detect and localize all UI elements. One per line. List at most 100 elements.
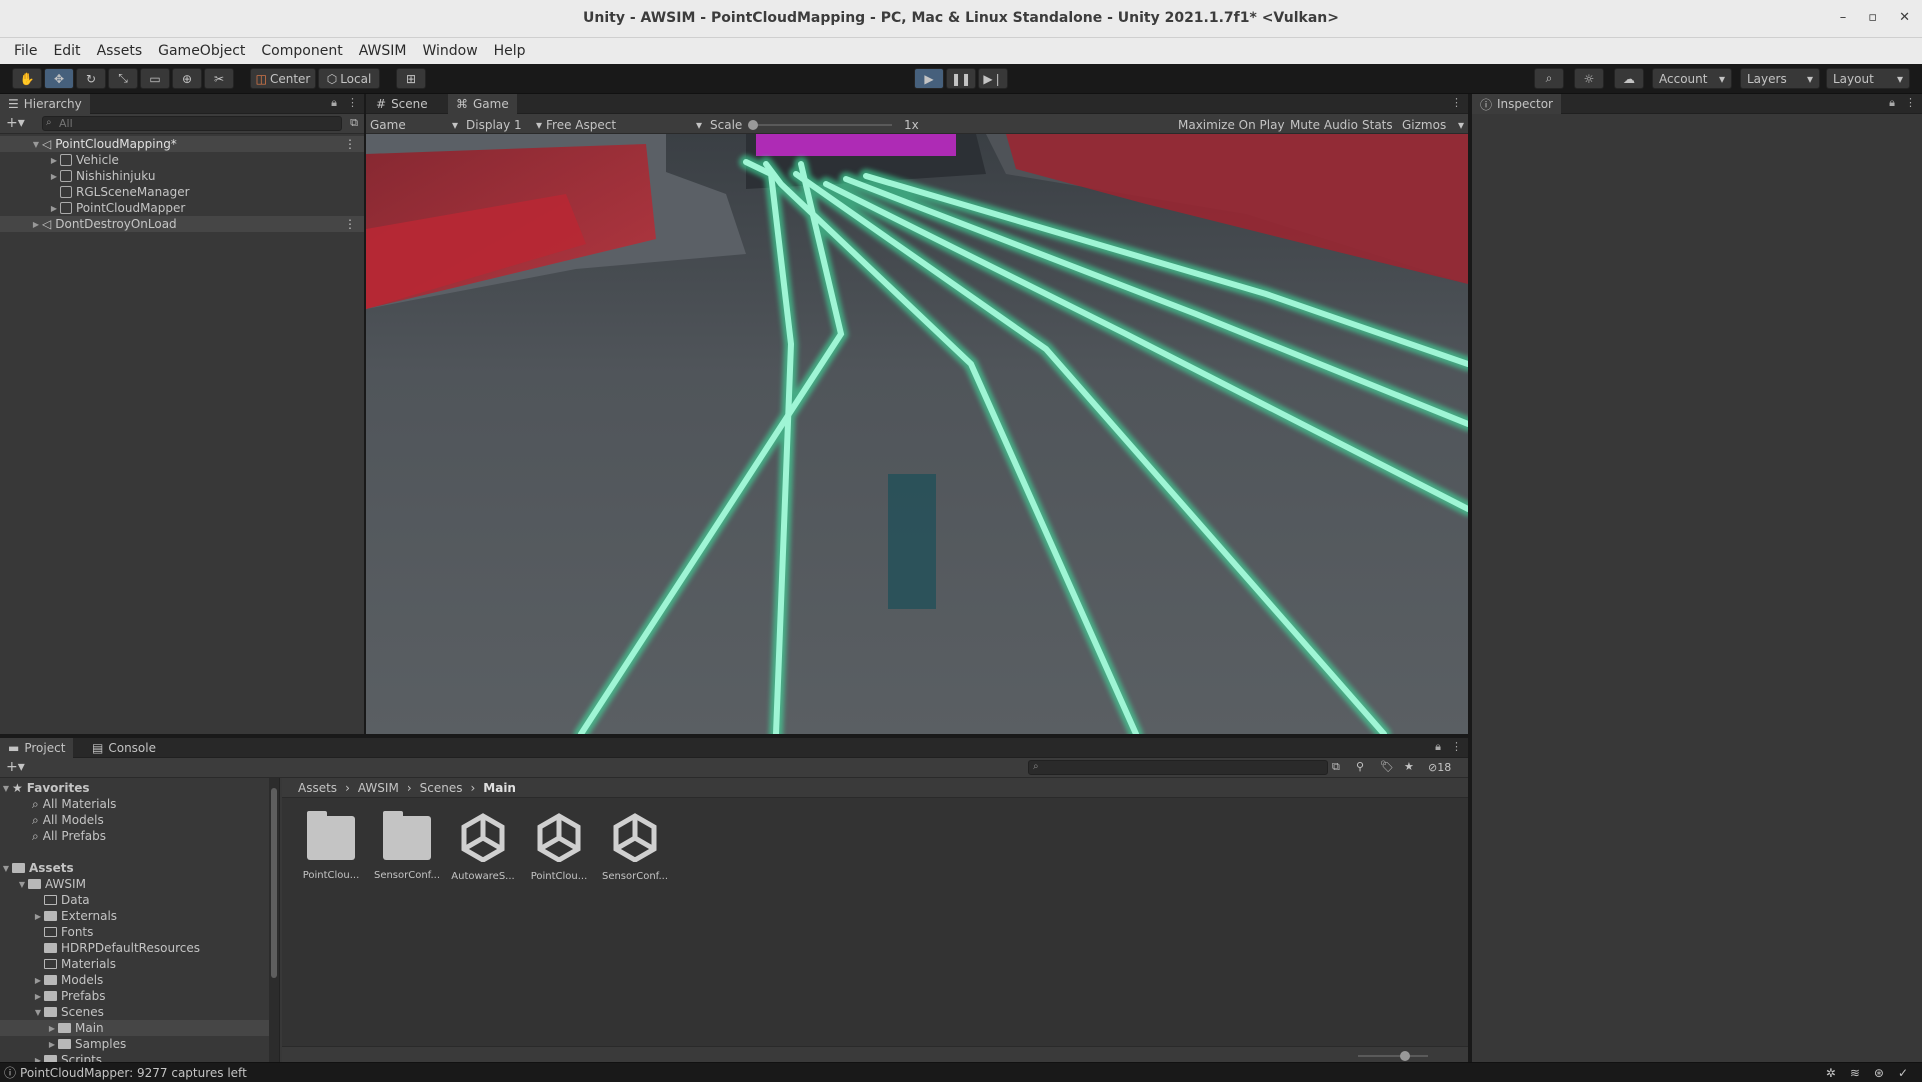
scale-slider-handle[interactable] bbox=[748, 120, 758, 130]
favorites-header[interactable]: ▼ ★ Favorites bbox=[0, 780, 279, 796]
menu-gameobject[interactable]: GameObject bbox=[150, 43, 253, 59]
project-search-input[interactable] bbox=[1028, 760, 1328, 775]
rect-tool-icon[interactable]: ▭ bbox=[140, 68, 170, 89]
gizmos-dropdown[interactable]: Gizmos ▾ bbox=[1402, 117, 1464, 133]
add-icon[interactable]: +▾ bbox=[6, 759, 25, 775]
hidden-count[interactable]: ⊘18 bbox=[1428, 761, 1451, 774]
tree-item-hdrp[interactable]: HDRPDefaultResources bbox=[0, 940, 279, 956]
expand-arrow-icon[interactable]: ▼ bbox=[0, 864, 12, 873]
more-menu-icon[interactable]: ⋮ bbox=[1905, 96, 1916, 110]
game-viewport[interactable] bbox=[366, 134, 1468, 734]
icon-size-slider[interactable] bbox=[1358, 1055, 1428, 1057]
menu-edit[interactable]: Edit bbox=[45, 43, 88, 59]
tab-console[interactable]: ▤ Console bbox=[84, 738, 164, 758]
tree-item-fonts[interactable]: Fonts bbox=[0, 924, 279, 940]
pause-button[interactable]: ❚❚ bbox=[946, 68, 976, 89]
status-message[interactable]: PointCloudMapper: 9277 captures left bbox=[20, 1066, 247, 1080]
expand-arrow-icon[interactable]: ▶ bbox=[46, 1040, 58, 1049]
hierarchy-search-input[interactable] bbox=[42, 116, 342, 131]
tab-hierarchy[interactable]: ☰ Hierarchy bbox=[0, 94, 90, 114]
aspect-dropdown[interactable]: Free Aspect ▾ bbox=[546, 117, 702, 133]
scene-visibility-icon[interactable]: ⧉ bbox=[350, 116, 358, 130]
tree-item-prefabs[interactable]: ▶ Prefabs bbox=[0, 988, 279, 1004]
favorite-item[interactable]: ⌕ All Models bbox=[0, 812, 279, 828]
display-dropdown[interactable]: Display 1 ▾ bbox=[466, 117, 542, 133]
tab-project[interactable]: ▬ Project bbox=[0, 738, 74, 758]
filter-type-icon[interactable]: ⚲ bbox=[1356, 760, 1364, 773]
expand-arrow-icon[interactable]: ▶ bbox=[32, 912, 44, 921]
expand-arrow-icon[interactable]: ▶ bbox=[48, 156, 60, 165]
grid-snap-icon[interactable]: ⊞ bbox=[396, 68, 426, 89]
lock-icon[interactable]: 🔒︎ bbox=[331, 96, 337, 110]
maximize-on-play-toggle[interactable]: Maximize On Play bbox=[1178, 117, 1285, 133]
expand-arrow-icon[interactable]: ▼ bbox=[32, 1008, 44, 1017]
asset-tile[interactable]: SensorConf... bbox=[600, 812, 670, 892]
asset-tile[interactable]: AutowareS... bbox=[448, 812, 518, 892]
hierarchy-scene-row[interactable]: ▼ ◁ PointCloudMapping* ⋮ bbox=[0, 136, 364, 152]
menu-assets[interactable]: Assets bbox=[89, 43, 151, 59]
expand-arrow-icon[interactable]: ▶ bbox=[30, 220, 42, 229]
expand-arrow-icon[interactable]: ▼ bbox=[30, 140, 42, 149]
tab-scene[interactable]: # Scene bbox=[368, 94, 436, 114]
more-menu-icon[interactable]: ⋮ bbox=[344, 137, 356, 151]
expand-arrow-icon[interactable]: ▶ bbox=[46, 1024, 58, 1033]
label-icon[interactable]: 🏷︎ bbox=[1380, 760, 1394, 773]
rotate-tool-icon[interactable]: ↻ bbox=[76, 68, 106, 89]
expand-arrow-icon[interactable]: ▶ bbox=[48, 172, 60, 181]
more-menu-icon[interactable]: ⋮ bbox=[1451, 740, 1462, 754]
stats-toggle[interactable]: Stats bbox=[1362, 117, 1393, 133]
hierarchy-dontdestroy-row[interactable]: ▶ ◁ DontDestroyOnLoad ⋮ bbox=[0, 216, 364, 232]
debug-icon[interactable]: ✲ bbox=[1826, 1066, 1836, 1080]
transform-tool-icon[interactable]: ⊕ bbox=[172, 68, 202, 89]
restore-button[interactable]: ▫ bbox=[1868, 10, 1877, 25]
play-button[interactable]: ▶ bbox=[914, 68, 944, 89]
pivot-center-button[interactable]: ◫ Center bbox=[250, 68, 316, 89]
tree-item-materials[interactable]: Materials bbox=[0, 956, 279, 972]
expand-arrow-icon[interactable]: ▶ bbox=[32, 992, 44, 1001]
tree-item-awsim[interactable]: ▼ AWSIM bbox=[0, 876, 279, 892]
more-menu-icon[interactable]: ⋮ bbox=[347, 96, 358, 110]
account-dropdown[interactable]: Account ▾ bbox=[1652, 68, 1732, 89]
scale-tool-icon[interactable]: ⤡ bbox=[108, 68, 138, 89]
layout-dropdown[interactable]: Layout ▾ bbox=[1826, 68, 1910, 89]
search-icon[interactable]: ⌕ bbox=[1534, 68, 1564, 89]
menu-window[interactable]: Window bbox=[414, 43, 485, 59]
custom-tool-icon[interactable]: ✂ bbox=[204, 68, 234, 89]
asset-tile[interactable]: PointClou... bbox=[296, 811, 366, 892]
tab-game[interactable]: ⌘ Game bbox=[448, 94, 517, 114]
star-icon[interactable]: ★ bbox=[1404, 760, 1414, 773]
breadcrumb-item[interactable]: Main bbox=[483, 781, 516, 795]
more-menu-icon[interactable]: ⋮ bbox=[344, 217, 356, 231]
search-by-type-icon[interactable]: ⧉ bbox=[1332, 760, 1340, 774]
menu-file[interactable]: File bbox=[6, 43, 45, 59]
tree-item-samples[interactable]: ▶ Samples bbox=[0, 1036, 279, 1052]
tree-item-scenes[interactable]: ▼ Scenes bbox=[0, 1004, 279, 1020]
network-icon[interactable]: ⊛ bbox=[1874, 1066, 1884, 1080]
menu-awsim[interactable]: AWSIM bbox=[351, 43, 415, 59]
lock-icon[interactable]: 🔒︎ bbox=[1435, 740, 1441, 754]
add-icon[interactable]: +▾ bbox=[6, 115, 25, 131]
icon-size-slider-handle[interactable] bbox=[1400, 1051, 1410, 1061]
lock-icon[interactable]: 🔒︎ bbox=[1889, 96, 1895, 110]
tree-item-data[interactable]: Data bbox=[0, 892, 279, 908]
cloud-icon[interactable]: ☁ bbox=[1614, 68, 1644, 89]
favorite-item[interactable]: ⌕ All Prefabs bbox=[0, 828, 279, 844]
breadcrumb-item[interactable]: Scenes bbox=[420, 781, 463, 795]
step-button[interactable]: ▶❘ bbox=[978, 68, 1008, 89]
asset-tile[interactable]: SensorConf... bbox=[372, 811, 442, 892]
tree-item-main[interactable]: ▶ Main bbox=[0, 1020, 279, 1036]
game-mode-dropdown[interactable]: Game ▾ bbox=[370, 117, 458, 133]
tab-inspector[interactable]: ⓘ Inspector bbox=[1472, 94, 1561, 114]
close-button[interactable]: ✕ bbox=[1899, 10, 1910, 25]
pivot-local-button[interactable]: ⬡ Local bbox=[318, 68, 380, 89]
hierarchy-item-vehicle[interactable]: ▶ Vehicle bbox=[0, 152, 364, 168]
hierarchy-item-pointcloudmapper[interactable]: ▶ PointCloudMapper bbox=[0, 200, 364, 216]
expand-arrow-icon[interactable]: ▶ bbox=[32, 976, 44, 985]
hand-tool-icon[interactable]: ✋ bbox=[12, 68, 42, 89]
expand-arrow-icon[interactable]: ▼ bbox=[16, 880, 28, 889]
minimize-button[interactable]: – bbox=[1840, 10, 1847, 25]
expand-arrow-icon[interactable]: ▶ bbox=[48, 204, 60, 213]
favorite-item[interactable]: ⌕ All Materials bbox=[0, 796, 279, 812]
asset-tile[interactable]: PointClou... bbox=[524, 812, 594, 892]
hierarchy-item-nishishinjuku[interactable]: ▶ Nishishinjuku bbox=[0, 168, 364, 184]
